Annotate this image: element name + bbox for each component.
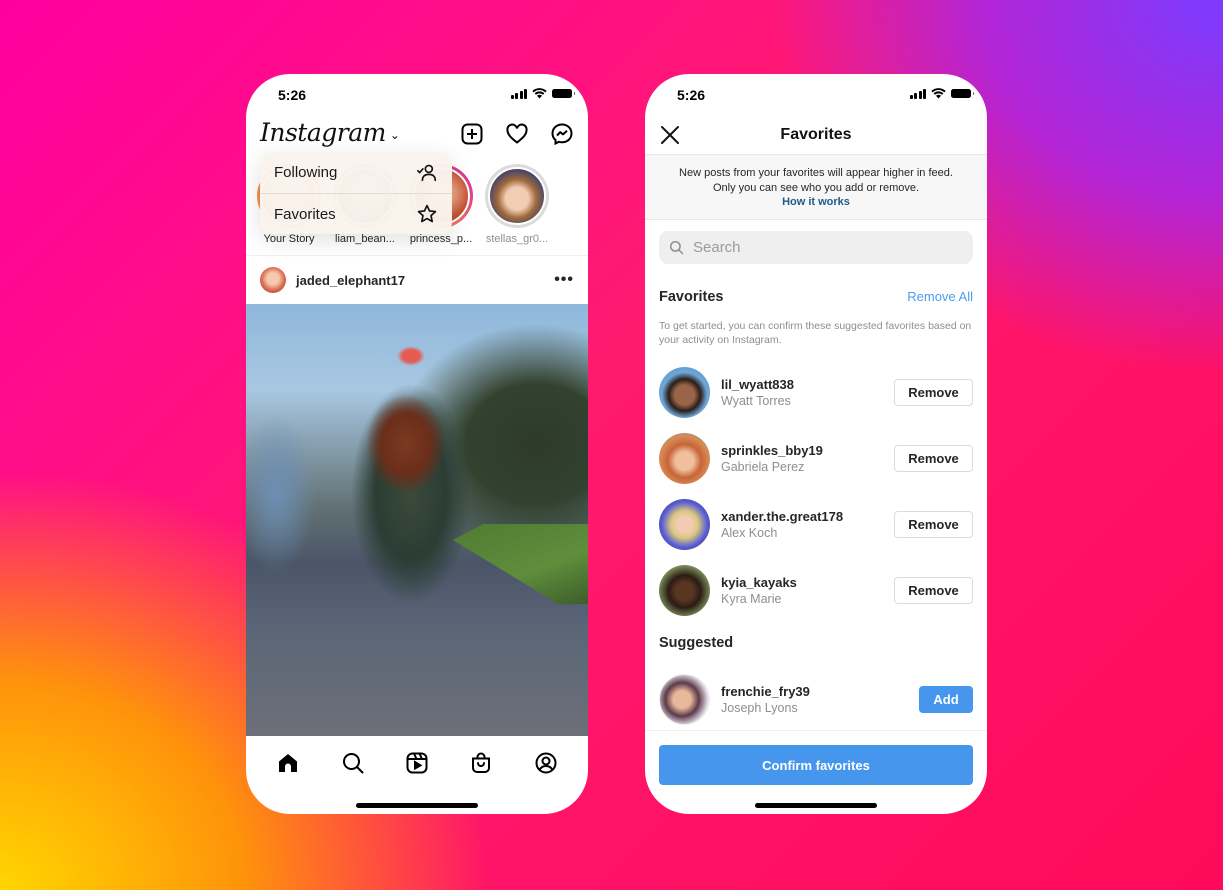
info-text: Only you can see who you add or remove. [712, 181, 920, 194]
search-icon [669, 240, 684, 255]
battery-icon [951, 89, 974, 98]
favorite-row: lil_wyatt838 Wyatt Torres Remove [659, 366, 973, 418]
search-field[interactable] [659, 231, 973, 264]
phone-feed-screen: 5:26 Instagram ⌄ Your Story liam_bean... [246, 74, 588, 814]
feed-menu-dropdown: Following Favorites [260, 152, 452, 234]
instagram-logo: Instagram [260, 118, 386, 147]
username: xander.the.great178 [721, 508, 844, 524]
username: lil_wyatt838 [721, 376, 794, 392]
menu-item-favorites[interactable]: Favorites [260, 193, 452, 234]
favorites-header: Favorites [645, 118, 987, 154]
avatar[interactable] [659, 432, 710, 484]
remove-button[interactable]: Remove [894, 378, 973, 406]
post-header: jaded_elephant17 ••• [246, 256, 588, 304]
search-input[interactable] [693, 239, 937, 256]
status-icons [510, 88, 575, 99]
status-time: 5:26 [278, 87, 307, 103]
favorite-row: kyia_kayaks Kyra Marie Remove [659, 564, 973, 616]
status-icons [909, 88, 974, 99]
menu-item-label: Favorites [274, 205, 336, 223]
signal-icon [510, 88, 527, 99]
suggested-row: frenchie_fry39 Joseph Lyons Add [659, 673, 973, 725]
page-title: Favorites [780, 126, 852, 143]
username: sprinkles_bby19 [721, 442, 823, 458]
menu-item-following[interactable]: Following [260, 152, 452, 193]
story-item[interactable]: stellas_gr0... [482, 164, 552, 245]
add-button[interactable]: Add [919, 685, 973, 713]
confirm-favorites-button[interactable]: Confirm favorites [659, 745, 973, 785]
chevron-down-icon: ⌄ [389, 127, 400, 142]
status-bar: 5:26 [246, 74, 588, 118]
favorite-row: sprinkles_bby19 Gabriela Perez Remove [659, 432, 973, 484]
menu-item-label: Following [274, 164, 338, 181]
story-label: princess_p... [409, 233, 473, 245]
battery-icon [552, 89, 575, 98]
messenger-icon[interactable] [550, 122, 574, 146]
story-label: liam_bean... [335, 233, 395, 245]
feed-switcher[interactable]: Instagram ⌄ [260, 118, 400, 147]
favorites-info-banner: New posts from your favorites will appea… [645, 154, 987, 220]
home-indicator [755, 803, 877, 808]
search-icon[interactable] [341, 751, 365, 775]
full-name: Kyra Marie [721, 591, 782, 606]
how-it-works-link[interactable]: How it works [645, 195, 987, 210]
divider [645, 730, 987, 731]
remove-all-link[interactable]: Remove All [907, 289, 973, 304]
phone-favorites-screen: 5:26 Favorites New posts from your favor… [645, 74, 987, 814]
remove-button[interactable]: Remove [894, 444, 973, 472]
more-options-icon[interactable]: ••• [554, 271, 574, 289]
remove-button[interactable]: Remove [894, 510, 973, 538]
heart-icon[interactable] [505, 122, 529, 146]
full-name: Wyatt Torres [721, 393, 791, 408]
username: kyia_kayaks [721, 574, 797, 590]
profile-icon[interactable] [534, 751, 558, 775]
story-label: Your Story [263, 233, 315, 245]
avatar[interactable] [659, 564, 710, 616]
full-name: Alex Koch [721, 525, 778, 540]
status-time: 5:26 [677, 87, 706, 103]
reels-icon[interactable] [405, 751, 429, 775]
favorite-row: xander.the.great178 Alex Koch Remove [659, 498, 973, 550]
post-image[interactable] [246, 304, 588, 736]
tab-bar [246, 736, 588, 790]
full-name: Gabriela Perez [721, 459, 805, 474]
full-name: Joseph Lyons [721, 700, 798, 715]
avatar[interactable] [659, 498, 710, 550]
favorites-section-title: Favorites [659, 289, 724, 305]
avatar[interactable] [659, 673, 710, 725]
status-bar: 5:26 [645, 74, 987, 118]
signal-icon [909, 88, 926, 99]
star-icon [417, 204, 437, 223]
following-person-icon [417, 164, 437, 181]
story-label: stellas_gr0... [485, 233, 549, 245]
new-post-icon[interactable] [460, 122, 484, 146]
wifi-icon [931, 88, 946, 99]
info-text: New posts from your favorites will appea… [679, 167, 953, 179]
wifi-icon [532, 88, 547, 99]
avatar[interactable] [260, 267, 286, 293]
shop-icon[interactable] [469, 751, 493, 775]
home-indicator [356, 803, 478, 808]
post-image-detail [453, 524, 588, 604]
avatar[interactable] [659, 366, 710, 418]
suggested-section-title: Suggested [659, 635, 734, 651]
home-icon[interactable] [276, 751, 300, 775]
username: frenchie_fry39 [721, 683, 810, 699]
favorites-hint: To get started, you can confirm these su… [659, 320, 972, 346]
post-username[interactable]: jaded_elephant17 [296, 273, 405, 288]
remove-button[interactable]: Remove [894, 576, 973, 604]
